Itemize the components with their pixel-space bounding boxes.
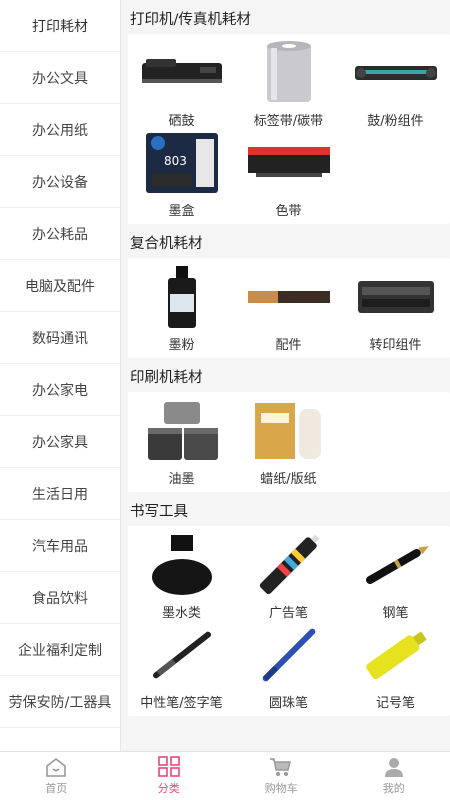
- ink-bottle-image: [137, 530, 227, 600]
- product-label: 蜡纸/版纸: [260, 472, 317, 487]
- master-paper-image: [244, 396, 334, 466]
- product-label: 标签带/碳带: [253, 114, 324, 129]
- product-label: 钢笔: [382, 606, 409, 621]
- product-label: 油墨: [168, 472, 195, 487]
- product-grid: 硒鼓 标签带/碳带 鼓/粉组件 803 墨盒 色带: [128, 34, 450, 224]
- product-label: 墨粉: [168, 338, 195, 353]
- category-grid-icon: [157, 756, 180, 777]
- product-ballpoint-pen[interactable]: 圆珠笔: [235, 620, 342, 711]
- tab-profile-label: 我的: [382, 782, 405, 795]
- tab-cart-label: 购物车: [264, 782, 298, 795]
- product-accessory[interactable]: 配件: [235, 262, 342, 353]
- ribbon-roll-image: [244, 38, 334, 108]
- product-label: 配件: [275, 338, 302, 353]
- product-label: 鼓/粉组件: [367, 114, 424, 129]
- product-ink-cartridge[interactable]: 803 墨盒: [128, 128, 235, 219]
- home-icon: [46, 757, 67, 777]
- section-title: 印刷机耗材: [130, 370, 203, 386]
- ribbon-cartridge-image: [244, 128, 334, 198]
- sidebar-item-food-drinks[interactable]: 食品饮料: [0, 572, 120, 624]
- product-label-ribbon[interactable]: 标签带/碳带: [235, 38, 342, 129]
- product-label: 圆珠笔: [268, 696, 308, 711]
- product-ribbon-cartridge[interactable]: 色带: [235, 128, 342, 219]
- sidebar-item-office-paper[interactable]: 办公用纸: [0, 104, 120, 156]
- fountain-pen-image: [351, 530, 441, 600]
- product-highlighter[interactable]: 记号笔: [342, 620, 449, 711]
- section-title: 复合机耗材: [130, 236, 203, 252]
- sidebar-item-office-consumables[interactable]: 办公耗品: [0, 208, 120, 260]
- highlighter-image: [351, 620, 441, 690]
- tab-category[interactable]: 分类: [113, 752, 226, 800]
- sidebar-item-print-supplies[interactable]: 打印耗材: [0, 0, 120, 52]
- sidebar-item-computers[interactable]: 电脑及配件: [0, 260, 120, 312]
- product-label: 墨盒: [168, 204, 195, 219]
- gel-pen-image: [137, 620, 227, 690]
- category-content: 打印机/传真机耗材 硒鼓 标签带/碳带 鼓/粉组件 803 墨盒 色带 复合机耗…: [122, 0, 450, 752]
- product-label: 转印组件: [369, 338, 422, 353]
- toner-cartridge-image: [137, 38, 227, 108]
- product-label: 广告笔: [268, 606, 308, 621]
- sidebar-item-digital[interactable]: 数码通讯: [0, 312, 120, 364]
- drum-unit-image: [351, 38, 441, 108]
- product-label: 墨水类: [161, 606, 201, 621]
- tab-home-label: 首页: [45, 782, 68, 795]
- sidebar-item-daily-goods[interactable]: 生活日用: [0, 468, 120, 520]
- product-drum-unit[interactable]: 鼓/粉组件: [342, 38, 449, 129]
- product-marker-pen[interactable]: 广告笔: [235, 530, 342, 621]
- bottom-tab-bar: 首页 分类 购物车 我的: [0, 751, 450, 800]
- product-fountain-pen[interactable]: 钢笔: [342, 530, 449, 621]
- tab-profile[interactable]: 我的: [338, 752, 450, 800]
- cart-icon: [270, 758, 292, 776]
- product-label: 硒鼓: [168, 114, 195, 129]
- product-transfer-unit[interactable]: 转印组件: [342, 262, 449, 353]
- ink-cans-image: [137, 396, 227, 466]
- sidebar-item-office-furniture[interactable]: 办公家具: [0, 416, 120, 468]
- product-label: 记号笔: [375, 696, 415, 711]
- product-label: 色带: [275, 204, 302, 219]
- svg-text:803: 803: [164, 154, 187, 168]
- product-label: 中性笔/签字笔: [140, 696, 223, 711]
- product-toner[interactable]: 墨粉: [128, 262, 235, 353]
- tab-home[interactable]: 首页: [0, 752, 113, 800]
- sidebar-item-office-equipment[interactable]: 办公设备: [0, 156, 120, 208]
- product-ink-bottle[interactable]: 墨水类: [128, 530, 235, 621]
- tab-category-label: 分类: [157, 782, 180, 795]
- accessory-part-image: [244, 262, 334, 332]
- section-title: 书写工具: [130, 504, 188, 520]
- ballpoint-pen-image: [244, 620, 334, 690]
- marker-pen-image: [244, 530, 334, 600]
- product-ink[interactable]: 油墨: [128, 396, 235, 487]
- sidebar-item-corporate-gifts[interactable]: 企业福利定制: [0, 624, 120, 676]
- sidebar-item-office-stationery[interactable]: 办公文具: [0, 52, 120, 104]
- sidebar-item-safety-tools[interactable]: 劳保安防/工器具: [0, 676, 120, 728]
- product-master-paper[interactable]: 蜡纸/版纸: [235, 396, 342, 487]
- tab-cart[interactable]: 购物车: [225, 752, 338, 800]
- transfer-unit-image: [351, 262, 441, 332]
- toner-bottle-image: [137, 262, 227, 332]
- product-gel-pen[interactable]: 中性笔/签字笔: [128, 620, 235, 711]
- product-toner-cartridge[interactable]: 硒鼓: [128, 38, 235, 129]
- user-icon: [384, 758, 403, 777]
- section-title: 打印机/传真机耗材: [130, 12, 251, 28]
- sidebar-item-car-supplies[interactable]: 汽车用品: [0, 520, 120, 572]
- product-grid: 墨水类 广告笔 钢笔 中性笔/签字笔 圆珠笔 记号笔: [128, 526, 450, 716]
- ink-cartridge-image: 803: [137, 128, 227, 198]
- product-grid: 墨粉 配件 转印组件: [128, 258, 450, 358]
- product-grid: 油墨 蜡纸/版纸: [128, 392, 450, 492]
- sidebar-item-office-appliances[interactable]: 办公家电: [0, 364, 120, 416]
- category-sidebar: 打印耗材 办公文具 办公用纸 办公设备 办公耗品 电脑及配件 数码通讯 办公家电…: [0, 0, 121, 752]
